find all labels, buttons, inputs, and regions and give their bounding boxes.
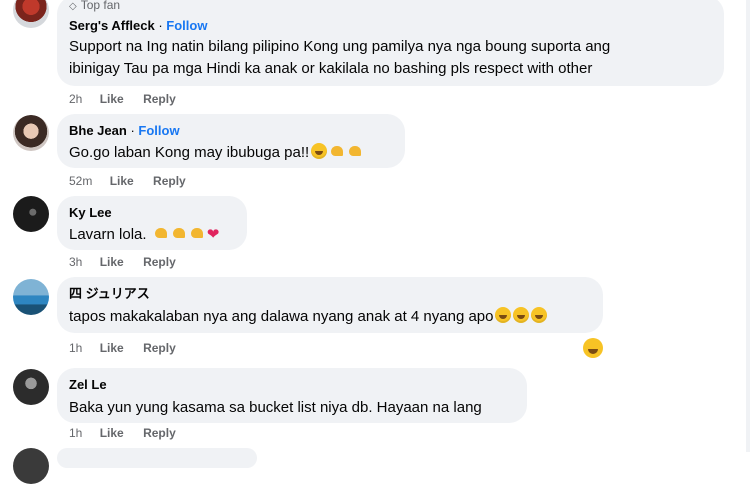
reply-button[interactable]: Reply [143, 92, 176, 106]
separator: · [158, 18, 163, 33]
like-button[interactable]: Like [100, 341, 124, 355]
avatar[interactable] [13, 0, 49, 28]
commenter-name[interactable]: Bhe Jean [69, 123, 127, 138]
like-button[interactable]: Like [100, 426, 124, 440]
avatar[interactable] [13, 196, 49, 232]
like-button[interactable]: Like [110, 174, 134, 188]
top-fan-badge: ◇ Top fan [69, 0, 121, 12]
comment-text: Support na Ing natin bilang pilipino Kon… [69, 38, 611, 55]
follow-button[interactable]: Follow [166, 18, 207, 33]
comment-bubble: Bhe Jean · Follow Go.go laban Kong may i… [57, 114, 405, 168]
avatar[interactable] [13, 369, 49, 405]
reply-button[interactable]: Reply [143, 341, 176, 355]
timestamp[interactable]: 3h [69, 255, 82, 269]
commenter-name[interactable]: 四 ジュリアス [69, 286, 150, 301]
commenter-name[interactable]: Ky Lee [69, 205, 112, 220]
comment-text: ibinigay Tau pa mga Hindi ka anak or kak… [69, 60, 593, 77]
reply-button[interactable]: Reply [143, 255, 176, 269]
comment-bubble [57, 448, 257, 468]
timestamp[interactable]: 52m [69, 174, 92, 188]
follow-button[interactable]: Follow [138, 123, 179, 138]
comment-actions: 52m Like Reply [69, 174, 202, 188]
comment-text: Go.go laban Kong may ibubuga pa!! [69, 143, 393, 163]
commenter-name[interactable]: Zel Le [69, 377, 107, 392]
scrollbar-track[interactable] [746, 0, 750, 452]
laughing-tears-icon [513, 307, 530, 323]
red-heart-icon: ❤ [206, 226, 220, 243]
avatar[interactable] [13, 448, 49, 484]
timestamp[interactable]: 1h [69, 426, 82, 440]
comment-bubble: ◇ Top fan Serg's Affleck · Follow Support… [57, 0, 724, 86]
reply-button[interactable]: Reply [143, 426, 176, 440]
comment-bubble: Ky Lee Lavarn lola. ❤ [57, 196, 247, 250]
comment-actions: 3h Like Reply [69, 255, 192, 269]
comment-bubble: 四 ジュリアス tapos makakalaban nya ang dalawa… [57, 277, 603, 333]
comment-bubble: Zel Le Baka yun yung kasama sa bucket li… [57, 368, 527, 423]
flexed-biceps-icon [347, 143, 363, 159]
comment-text: tapos makakalaban nya ang dalawa nyang a… [69, 307, 591, 327]
laughing-tears-icon [531, 307, 548, 323]
avatar[interactable] [13, 279, 49, 315]
laughing-tears-icon[interactable] [583, 338, 603, 358]
like-button[interactable]: Like [100, 92, 124, 106]
flexed-biceps-icon [171, 225, 187, 241]
like-button[interactable]: Like [100, 255, 124, 269]
comment-actions: 2h Like Reply [69, 92, 192, 106]
comment-text: Lavarn lola. ❤ [69, 225, 220, 243]
reply-button[interactable]: Reply [153, 174, 186, 188]
commenter-name[interactable]: Serg's Affleck [69, 18, 155, 33]
smiling-face-icon [311, 143, 328, 159]
flexed-biceps-icon [153, 225, 169, 241]
timestamp[interactable]: 1h [69, 341, 82, 355]
diamond-icon: ◇ [69, 1, 77, 12]
flexed-biceps-icon [189, 225, 205, 241]
flexed-biceps-icon [329, 143, 345, 159]
laughing-tears-icon [495, 307, 512, 323]
timestamp[interactable]: 2h [69, 92, 82, 106]
comment-text: Baka yun yung kasama sa bucket list niya… [69, 399, 482, 416]
separator: · [130, 123, 135, 138]
avatar[interactable] [13, 115, 49, 151]
comment-actions: 1h Like Reply [69, 341, 192, 355]
comment-actions: 1h Like Reply [69, 426, 192, 440]
